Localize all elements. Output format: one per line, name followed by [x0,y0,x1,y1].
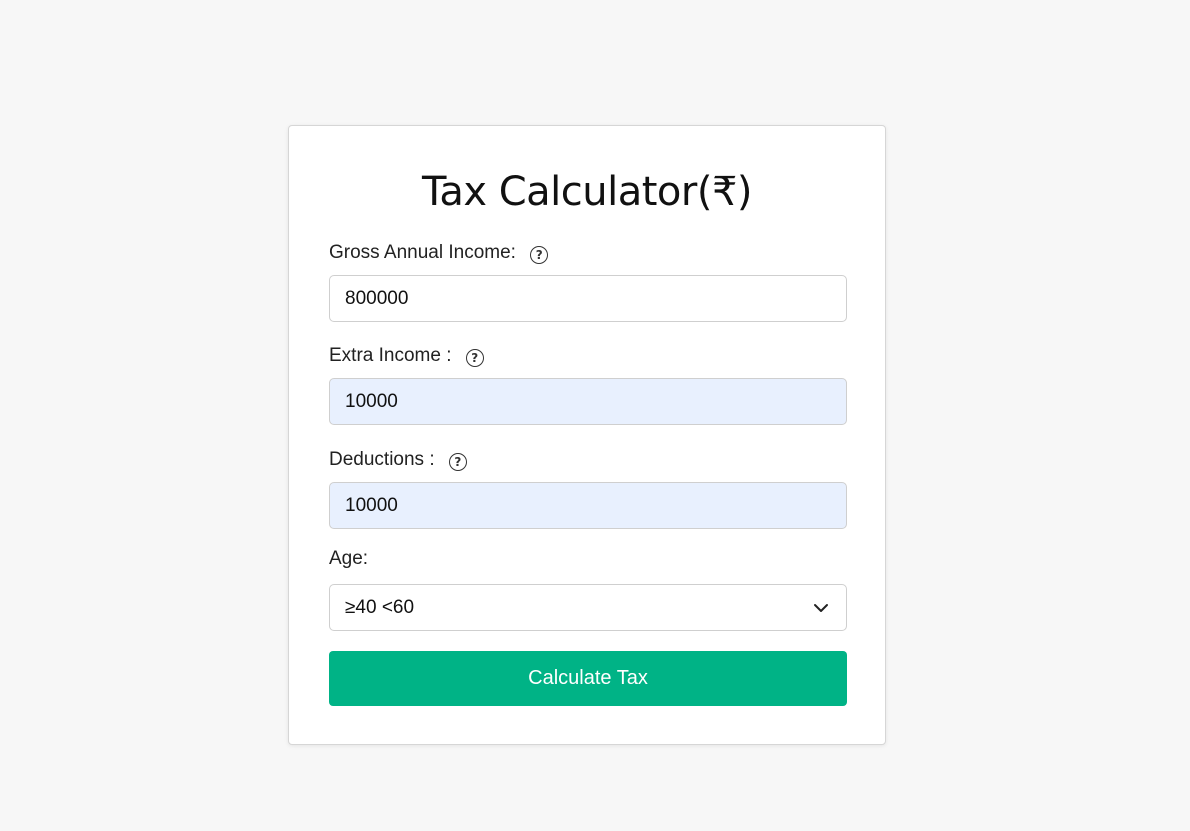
tax-calculator-card: Tax Calculator(₹) Gross Annual Income: ?… [288,125,886,745]
calculate-tax-button[interactable]: Calculate Tax [329,651,847,706]
gross-income-label-row: Gross Annual Income: ? [329,240,847,266]
chevron-down-icon [814,604,828,612]
question-circle-icon[interactable]: ? [530,246,549,264]
deductions-field: Deductions : ? [329,447,847,529]
age-label-row: Age: [329,546,847,572]
deductions-input[interactable] [329,482,847,529]
gross-income-field: Gross Annual Income: ? [329,240,847,322]
question-circle-icon[interactable]: ? [448,453,467,471]
extra-income-label-row: Extra Income : ? [329,343,847,369]
gross-income-input[interactable] [329,275,847,322]
page-title: Tax Calculator(₹) [422,169,753,215]
extra-income-field: Extra Income : ? [329,343,847,425]
extra-income-input[interactable] [329,378,847,425]
age-select[interactable]: ≥40 <60 [329,584,847,631]
extra-income-label: Extra Income : [329,345,457,366]
age-selected-value: ≥40 <60 [345,596,415,618]
age-field: Age: ≥40 <60 [329,546,847,631]
deductions-label: Deductions : [329,449,440,470]
question-circle-icon[interactable]: ? [465,349,484,367]
age-label: Age: [329,548,369,569]
gross-income-label: Gross Annual Income: [329,242,522,263]
deductions-label-row: Deductions : ? [329,447,847,473]
